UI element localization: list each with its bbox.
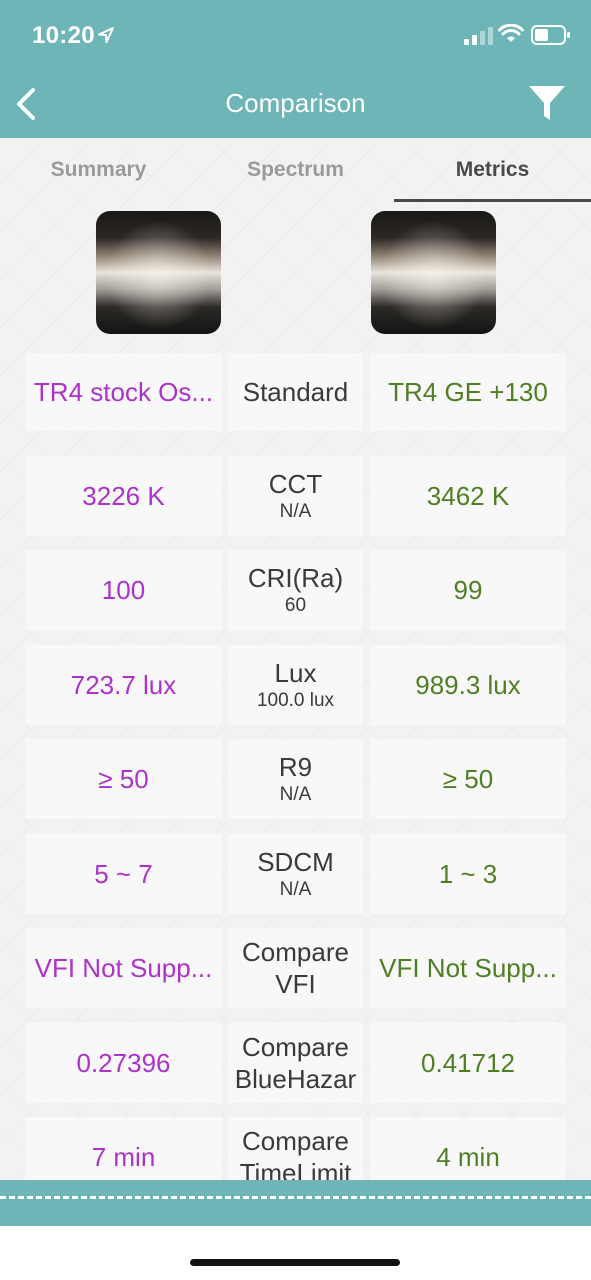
table-row-right: VFI Not Supp... xyxy=(370,928,566,1008)
compare-vfi-button[interactable]: Compare VFI xyxy=(228,928,363,1008)
tab-summary[interactable]: Summary xyxy=(0,138,197,202)
table-row-right: 0.41712 xyxy=(370,1023,566,1103)
standard-label: Standard xyxy=(242,377,349,407)
table-row-label: CCT N/A xyxy=(228,456,363,536)
cri-left-value: 100 xyxy=(101,574,146,605)
cellular-signal-icon xyxy=(464,27,493,45)
dashed-divider xyxy=(0,1196,591,1199)
lux-right-value: 989.3 lux xyxy=(415,669,521,700)
navigation-bar: Comparison xyxy=(0,70,591,138)
metrics-content: Summary Spectrum Metrics TR4 stock Os...… xyxy=(0,138,591,1180)
cct-standard: N/A xyxy=(279,501,312,522)
lux-label: Lux xyxy=(274,658,317,688)
cct-right-value: 3462 K xyxy=(426,480,510,511)
bluehazard-left-value: 0.27396 xyxy=(76,1047,171,1078)
sdcm-label: SDCM xyxy=(257,847,334,877)
table-row-left: VFI Not Supp... xyxy=(25,928,222,1008)
bluehazard-right-value: 0.41712 xyxy=(421,1047,515,1078)
r9-standard: N/A xyxy=(279,784,312,805)
cri-standard: 60 xyxy=(284,595,307,616)
location-arrow-icon xyxy=(98,27,114,43)
app-header: 10:20 Comparison xyxy=(0,0,591,138)
table-row-label: R9 N/A xyxy=(228,739,363,819)
timelimit-left-value: 7 min xyxy=(91,1141,156,1172)
compare-label: Compare xyxy=(242,1032,349,1062)
sdcm-right-value: 1 ~ 3 xyxy=(438,858,498,889)
compare-timelimit-button[interactable]: Compare TimeLimit xyxy=(228,1117,363,1180)
r9-right-value: ≥ 50 xyxy=(442,763,494,794)
timelimit-label: TimeLimit xyxy=(239,1158,352,1180)
table-row-right: 4 min xyxy=(370,1117,566,1180)
table-row-right: ≥ 50 xyxy=(370,739,566,819)
table-row-right: 1 ~ 3 xyxy=(370,834,566,914)
bottom-decorative-band xyxy=(0,1180,591,1226)
tab-metrics[interactable]: Metrics xyxy=(394,138,591,202)
table-row-left: 100 xyxy=(25,550,222,630)
table-row-right: 99 xyxy=(370,550,566,630)
table-row-label: SDCM N/A xyxy=(228,834,363,914)
lux-left-value: 723.7 lux xyxy=(70,669,177,700)
vfi-right-value: VFI Not Supp... xyxy=(379,952,557,983)
right-light-thumbnail[interactable] xyxy=(371,211,496,334)
table-row-label: CRI(Ra) 60 xyxy=(228,550,363,630)
home-indicator[interactable] xyxy=(190,1259,400,1266)
r9-label: R9 xyxy=(278,752,313,782)
filter-icon[interactable] xyxy=(526,82,568,124)
table-row-right: 989.3 lux xyxy=(370,645,566,725)
table-row-left: ≥ 50 xyxy=(25,739,222,819)
table-row-left: 0.27396 xyxy=(25,1023,222,1103)
table-row-left: 5 ~ 7 xyxy=(25,834,222,914)
cri-label: CRI(Ra) xyxy=(247,563,344,593)
vfi-left-value: VFI Not Supp... xyxy=(34,952,213,983)
bluehazard-label: BlueHazar xyxy=(234,1064,357,1094)
page-title: Comparison xyxy=(225,88,366,118)
table-row-left: 7 min xyxy=(25,1117,222,1180)
compare-label: Compare xyxy=(242,937,349,967)
cct-left-value: 3226 K xyxy=(82,480,165,511)
tab-bar: Summary Spectrum Metrics xyxy=(0,138,591,202)
sdcm-standard: N/A xyxy=(279,879,312,900)
table-row-left: 3226 K xyxy=(25,456,222,536)
table-row-label: Lux 100.0 lux xyxy=(228,645,363,725)
standard-name-cell: Standard xyxy=(228,353,363,431)
wifi-icon xyxy=(498,24,524,42)
left-source-name: TR4 stock Os... xyxy=(33,376,214,407)
table-row-left: 723.7 lux xyxy=(25,645,222,725)
right-source-name-cell: TR4 GE +130 xyxy=(370,353,566,431)
vfi-label: VFI xyxy=(275,969,316,999)
r9-left-value: ≥ 50 xyxy=(98,763,149,794)
timelimit-right-value: 4 min xyxy=(436,1141,500,1172)
table-row-right: 3462 K xyxy=(370,456,566,536)
lux-standard: 100.0 lux xyxy=(256,690,335,711)
compare-bluehazard-button[interactable]: Compare BlueHazar xyxy=(228,1023,363,1103)
status-bar: 10:20 xyxy=(0,0,591,70)
tab-spectrum[interactable]: Spectrum xyxy=(197,138,394,202)
left-light-thumbnail[interactable] xyxy=(96,211,221,334)
left-source-name-cell: TR4 stock Os... xyxy=(25,353,222,431)
cri-right-value: 99 xyxy=(453,574,483,605)
battery-icon xyxy=(531,25,570,45)
status-time: 10:20 xyxy=(32,22,95,49)
cct-label: CCT xyxy=(268,469,323,499)
sdcm-left-value: 5 ~ 7 xyxy=(94,858,153,889)
compare-label: Compare xyxy=(242,1126,349,1156)
right-source-name: TR4 GE +130 xyxy=(388,376,548,407)
